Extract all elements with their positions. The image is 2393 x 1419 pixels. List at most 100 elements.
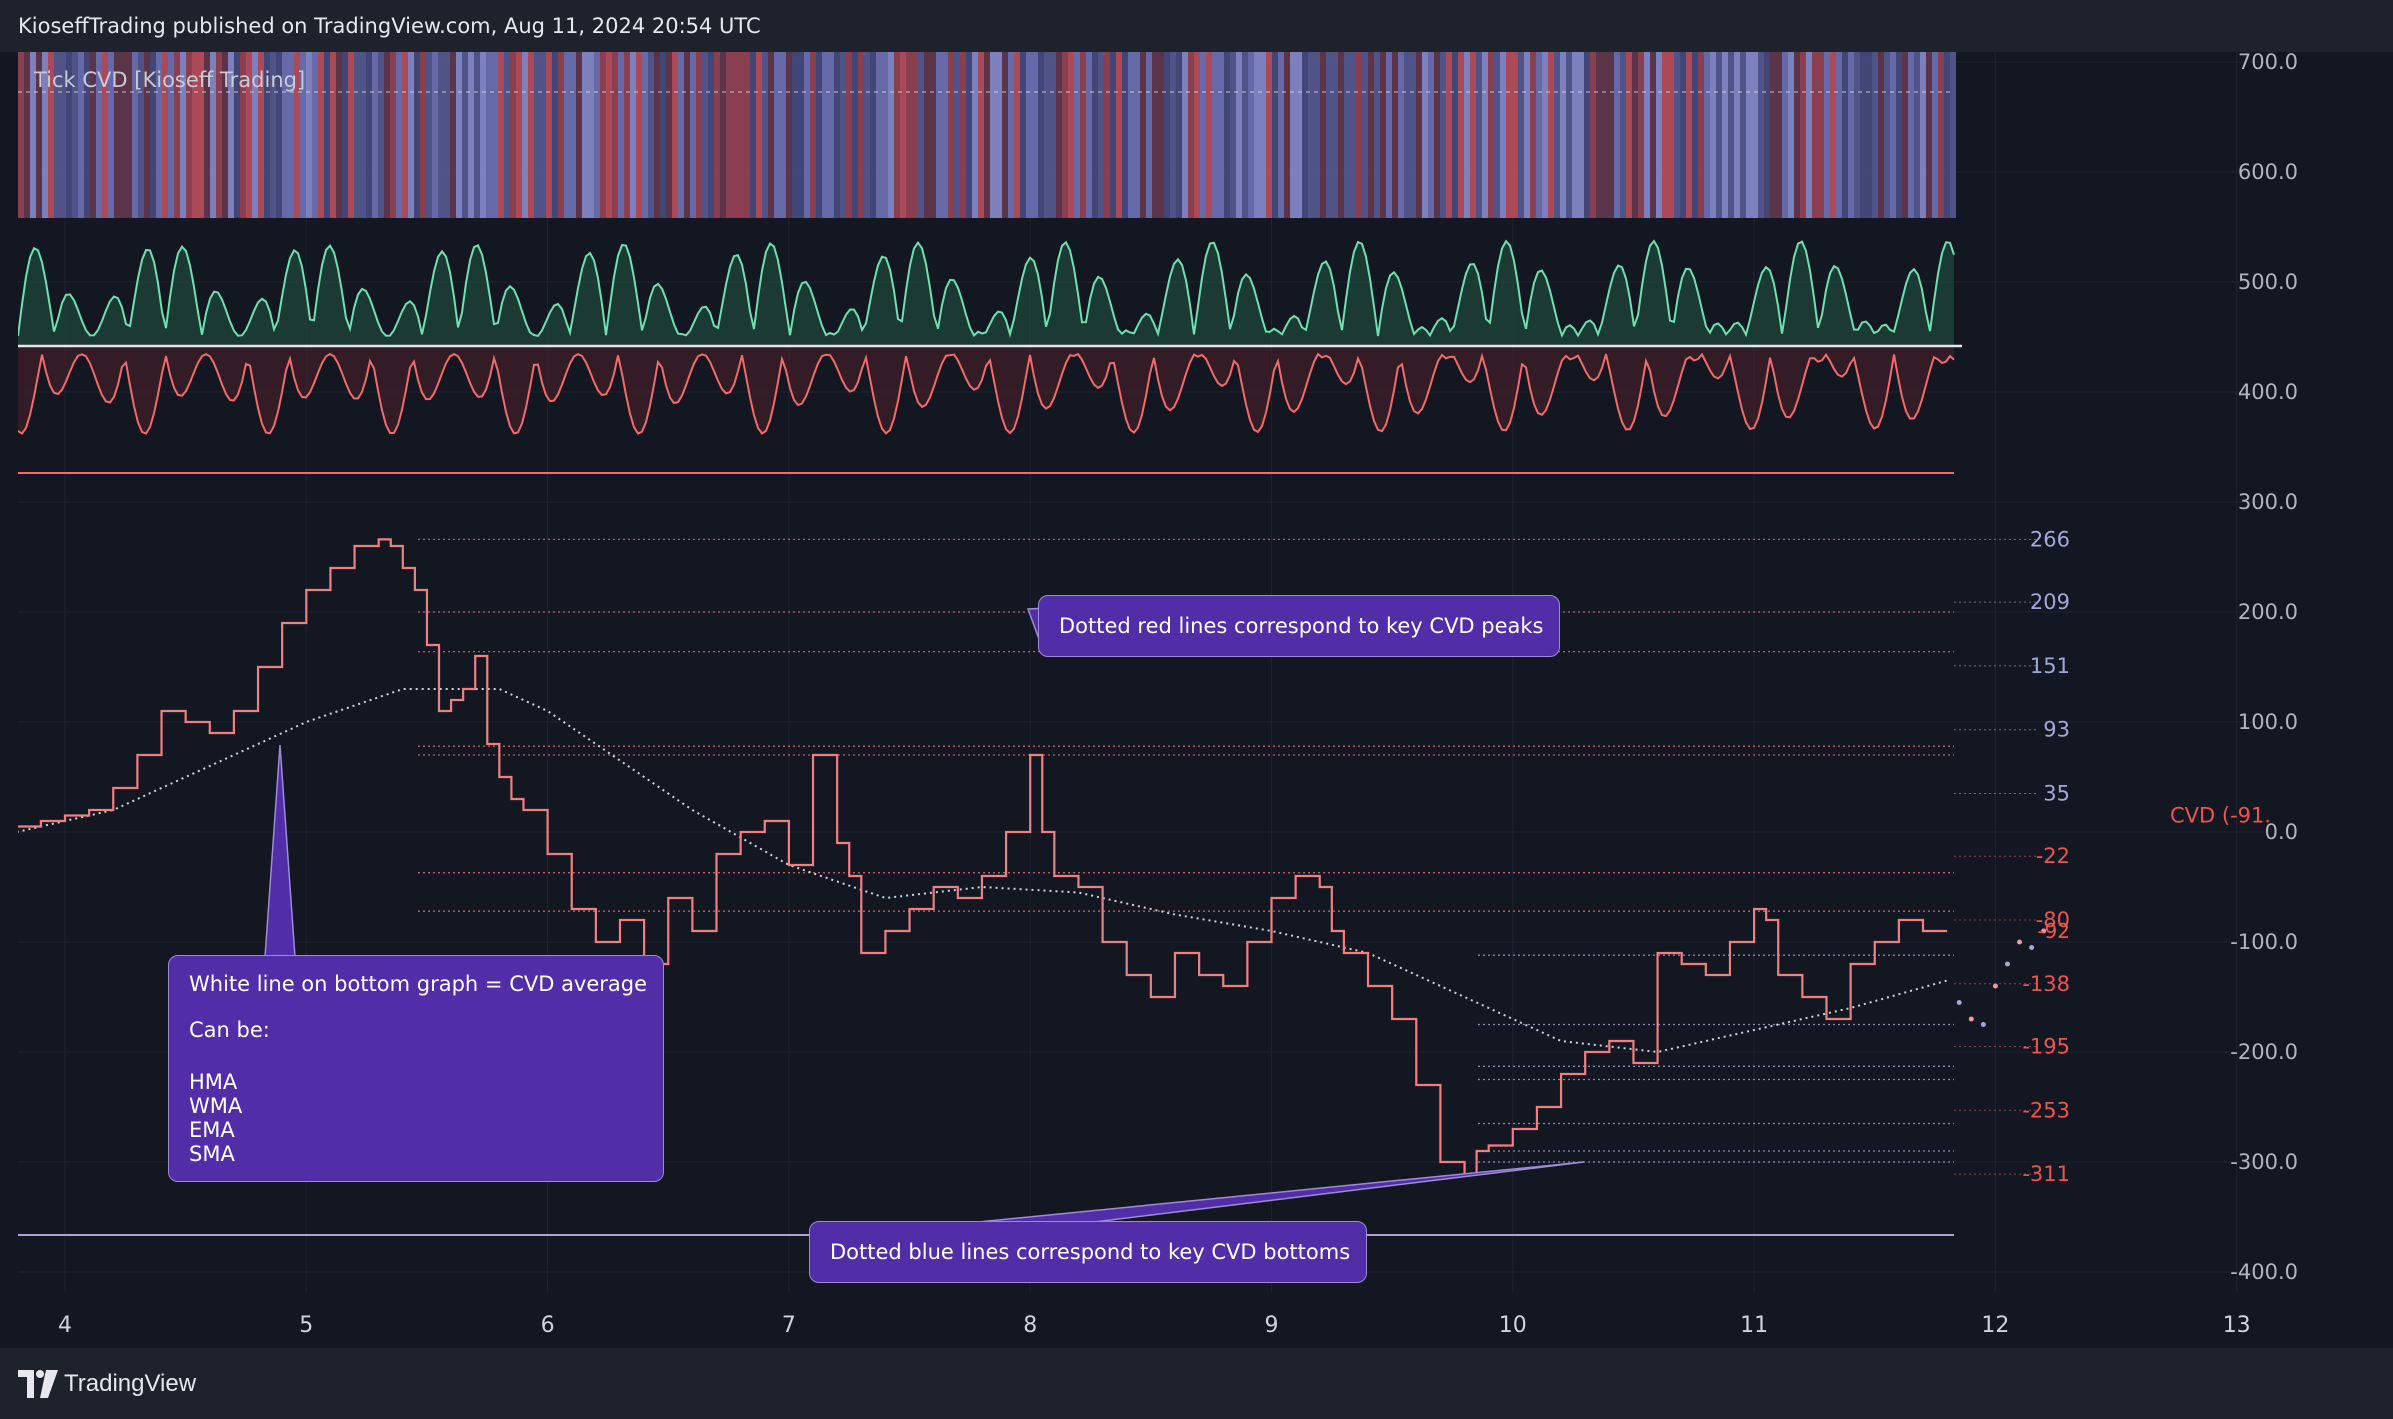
heatmap-cell <box>900 52 906 218</box>
oscillator <box>18 239 1962 435</box>
indicator-name: Tick CVD [Kioseff Trading] <box>33 68 305 92</box>
heatmap-cell <box>978 52 984 218</box>
heatmap-cell <box>654 52 660 218</box>
heatmap-cell <box>1866 52 1872 218</box>
tradingview-brand[interactable]: TradingView <box>64 1370 196 1398</box>
tick-heatmap: Tick CVD [Kioseff Trading] <box>18 52 1956 218</box>
y-tick-label: -100.0 <box>2230 930 2298 954</box>
heatmap-cell <box>492 52 498 218</box>
heatmap-cell <box>1068 52 1074 218</box>
heatmap-cell <box>1692 52 1698 218</box>
heatmap-cell <box>372 52 378 218</box>
heatmap-cell <box>426 52 432 218</box>
heatmap-cell <box>1146 52 1152 218</box>
heatmap-cell <box>816 52 822 218</box>
level-label: 93 <box>2043 718 2070 742</box>
heatmap-cell <box>1200 52 1206 218</box>
heatmap-cell <box>1014 52 1020 218</box>
peaks-callout: Dotted red lines correspond to key CVD p… <box>1038 595 1560 657</box>
heatmap-cell <box>1092 52 1098 218</box>
heatmap-cell <box>1380 52 1386 218</box>
heatmap-cell <box>966 52 972 218</box>
average-callout-can-be: Can be: <box>189 1018 270 1042</box>
chart-area[interactable]: 700.0 600.0 500.0 400.0 300.0 200.0 100.0 0.0 -1… <box>18 52 2377 1348</box>
level-label: 266 <box>2030 527 2070 551</box>
heatmap-cell <box>834 52 840 218</box>
heatmap-cell <box>1530 52 1536 218</box>
heatmap-cell <box>1476 52 1482 218</box>
y-tick-label: 300.0 <box>2238 490 2298 514</box>
heatmap-cell <box>996 52 1002 218</box>
heatmap-cell <box>1038 52 1044 218</box>
x-tick-label: 11 <box>1740 1313 1768 1338</box>
heatmap-cell <box>1842 52 1848 218</box>
heatmap-cell <box>354 52 360 218</box>
bottoms-callout-text: Dotted blue lines correspond to key CVD … <box>830 1240 1351 1264</box>
heatmap-cell <box>1002 52 1008 218</box>
heatmap-cell <box>1362 52 1368 218</box>
heatmap-cell <box>1662 52 1668 218</box>
heatmap-cell <box>1302 52 1308 218</box>
heatmap-cell <box>570 52 576 218</box>
y-axis: 700.0600.0500.0400.0300.0200.0100.00.0-1… <box>2230 52 2298 1284</box>
heatmap-cell <box>1656 52 1662 218</box>
heatmap-cell <box>1560 52 1566 218</box>
heatmap-cell <box>1032 52 1038 218</box>
heatmap-cell <box>1248 52 1254 218</box>
heatmap-cell <box>330 52 336 218</box>
heatmap-cell <box>1254 52 1260 218</box>
x-tick-label: 6 <box>541 1313 555 1338</box>
footer-bar: TradingView <box>0 1348 2393 1419</box>
y-tick-label: 600.0 <box>2238 160 2298 184</box>
heatmap-cell <box>1860 52 1866 218</box>
heatmap-cell <box>852 52 858 218</box>
heatmap-cell <box>1176 52 1182 218</box>
heatmap-cell <box>1800 52 1806 218</box>
heatmap-cell <box>1908 52 1914 218</box>
average-options-list: HMA WMA EMA SMA <box>189 1070 242 1166</box>
heatmap-cell <box>1056 52 1062 218</box>
heatmap-cell <box>1116 52 1122 218</box>
heatmap-cell <box>450 52 456 218</box>
heatmap-cell <box>1554 52 1560 218</box>
heatmap-cell <box>756 52 762 218</box>
heatmap-cell <box>1824 52 1830 218</box>
heatmap-cell <box>882 52 888 218</box>
level-label: 151 <box>2030 654 2070 678</box>
heatmap-cell <box>906 52 912 218</box>
tradingview-logo-icon[interactable] <box>18 1370 58 1398</box>
x-tick-label: 8 <box>1023 1313 1037 1338</box>
heatmap-cell <box>792 52 798 218</box>
heatmap-cell <box>1152 52 1158 218</box>
heatmap-cell <box>918 52 924 218</box>
heatmap-cell <box>870 52 876 218</box>
heatmap-cell <box>762 52 768 218</box>
heatmap-cell <box>588 52 594 218</box>
heatmap-cell <box>390 52 396 218</box>
heatmap-cell <box>1242 52 1248 218</box>
heatmap-cell <box>1512 52 1518 218</box>
heatmap-cell <box>510 52 516 218</box>
heatmap-cell <box>414 52 420 218</box>
y-tick-label: 100.0 <box>2238 710 2298 734</box>
heatmap-cell <box>1098 52 1104 218</box>
heatmap-cell <box>1548 52 1554 218</box>
heatmap-cell <box>624 52 630 218</box>
heatmap-cell <box>1590 52 1596 218</box>
projection-dot <box>1956 1000 1962 1005</box>
heatmap-cell <box>1218 52 1224 218</box>
heatmap-cell <box>1020 52 1026 218</box>
heatmap-cell <box>1626 52 1632 218</box>
heatmap-cell <box>642 52 648 218</box>
heatmap-cell <box>1878 52 1884 218</box>
heatmap-cell <box>1950 52 1956 218</box>
oscillator-down-fill <box>18 346 1954 434</box>
heatmap-cell <box>1080 52 1086 218</box>
heatmap-cell <box>1596 52 1602 218</box>
heatmap-cell <box>1716 52 1722 218</box>
heatmap-cell <box>438 52 444 218</box>
heatmap-cell <box>402 52 408 218</box>
heatmap-cell <box>732 52 738 218</box>
heatmap-cell <box>648 52 654 218</box>
heatmap-cell <box>738 52 744 218</box>
